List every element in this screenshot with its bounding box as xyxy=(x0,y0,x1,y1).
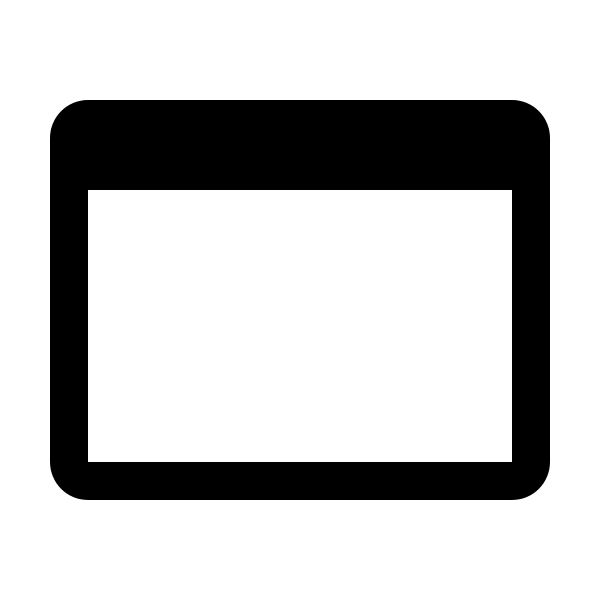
browser-window-icon xyxy=(50,100,550,500)
window-frame xyxy=(50,100,550,500)
icon-canvas xyxy=(0,0,600,600)
browser-window-icon-graphic xyxy=(50,100,550,500)
